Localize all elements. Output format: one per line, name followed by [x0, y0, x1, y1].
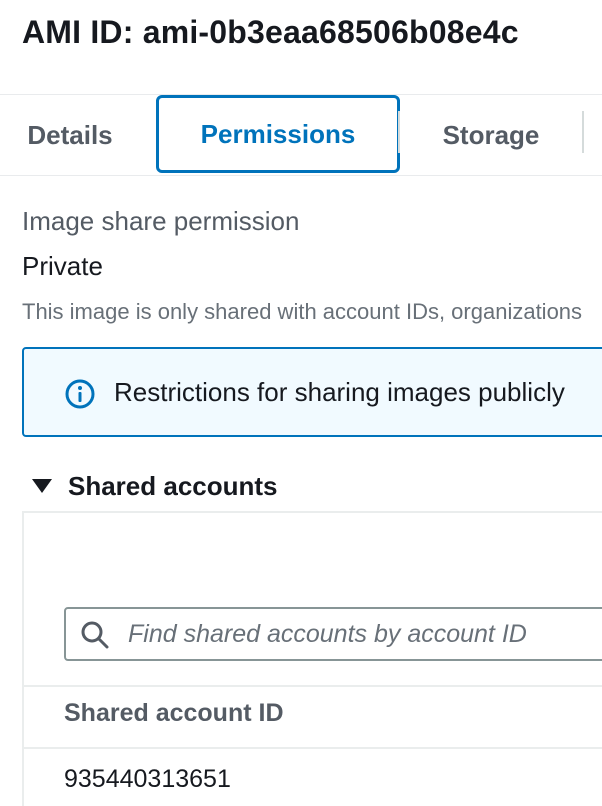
tab-permissions[interactable]: Permissions — [156, 95, 400, 173]
permission-description: This image is only shared with account I… — [22, 299, 583, 324]
shared-accounts-title: Shared accounts — [68, 470, 278, 501]
caret-down-icon — [32, 479, 52, 493]
tab-bar: Details Permissions Storage — [0, 94, 602, 176]
info-alert: Restrictions for sharing images publicly — [22, 347, 602, 437]
table-row: 935440313651 — [64, 765, 231, 793]
search-input[interactable] — [128, 615, 602, 653]
shared-accounts-toggle[interactable]: Shared accounts — [22, 466, 602, 506]
info-icon — [65, 379, 95, 409]
tab-details[interactable]: Details — [0, 95, 140, 175]
table-divider — [24, 685, 602, 687]
search-icon — [81, 621, 109, 649]
page-title: AMI ID: ami-0b3eaa68506b08e4c — [22, 14, 519, 50]
image-share-permission-label: Image share permission — [22, 206, 300, 236]
image-share-permission-value: Private — [22, 251, 103, 281]
column-header-shared-account-id: Shared account ID — [64, 699, 284, 727]
tab-storage[interactable]: Storage — [400, 95, 582, 175]
ami-permissions-page: AMI ID: ami-0b3eaa68506b08e4c Details Pe… — [0, 0, 602, 806]
shared-accounts-table: Shared account ID 935440313651 — [22, 511, 602, 806]
tab-divider — [582, 111, 584, 153]
table-divider — [24, 747, 602, 749]
search-field[interactable] — [64, 607, 602, 661]
alert-message: Restrictions for sharing images publicly — [114, 377, 565, 407]
